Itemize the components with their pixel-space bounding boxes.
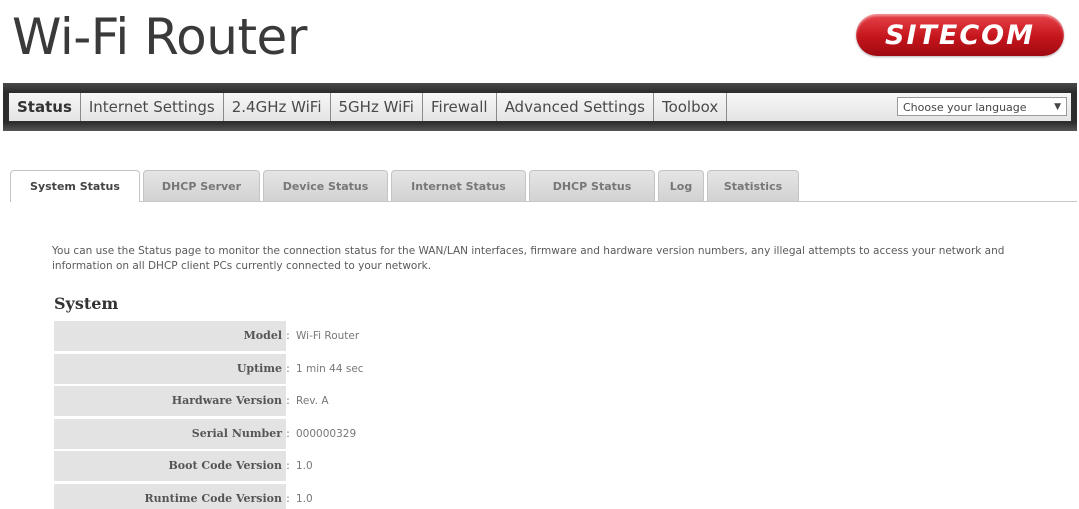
info-row-model: Model : Wi-Fi Router <box>54 321 654 354</box>
info-value: 000000329 <box>296 427 357 440</box>
nav-item-status[interactable]: Status <box>9 93 81 121</box>
info-separator: : <box>286 426 290 440</box>
sitecom-logo[interactable]: SITECOM <box>856 14 1064 56</box>
info-separator: : <box>286 491 290 505</box>
info-value: 1 min 44 sec <box>296 362 364 375</box>
nav-item-5ghz-wifi[interactable]: 5GHz WiFi <box>331 93 423 121</box>
language-select[interactable]: Choose your language ▼ <box>897 97 1067 116</box>
tab-system-status[interactable]: System Status <box>10 170 140 202</box>
info-row-uptime: Uptime : 1 min 44 sec <box>54 353 654 387</box>
info-separator: : <box>286 361 290 375</box>
info-label: Uptime <box>54 353 286 384</box>
info-row-serial-number: Serial Number : 000000329 <box>54 418 654 452</box>
info-row-runtime-code-version: Runtime Code Version : 1.0 <box>54 483 654 509</box>
tab-dhcp-status[interactable]: DHCP Status <box>529 170 655 201</box>
app-title: Wi-Fi Router <box>12 8 307 66</box>
info-value: Rev. A <box>296 395 329 407</box>
info-separator: : <box>286 329 290 342</box>
info-separator: : <box>286 394 290 407</box>
info-row-hardware-version: Hardware Version : Rev. A <box>54 386 654 419</box>
info-row-boot-code-version: Boot Code Version : 1.0 <box>54 451 654 484</box>
nav-item-toolbox[interactable]: Toolbox <box>654 93 728 121</box>
tab-log[interactable]: Log <box>658 170 704 201</box>
info-value: 1.0 <box>296 460 313 472</box>
section-title-system: System <box>54 294 119 313</box>
status-tabs: System Status DHCP Server Device Status … <box>10 170 1077 202</box>
info-label: Serial Number <box>54 418 286 449</box>
brand-logo-text: SITECOM <box>885 19 1035 51</box>
tab-statistics[interactable]: Statistics <box>707 170 799 201</box>
router-admin-page: Wi-Fi Router SITECOM Status Internet Set… <box>0 0 1079 509</box>
nav-item-advanced-settings[interactable]: Advanced Settings <box>497 93 654 121</box>
nav-item-internet-settings[interactable]: Internet Settings <box>81 93 224 121</box>
info-label: Boot Code Version <box>54 451 286 481</box>
info-separator: : <box>286 459 290 472</box>
nav-item-firewall[interactable]: Firewall <box>423 93 497 121</box>
tab-internet-status[interactable]: Internet Status <box>391 170 526 201</box>
info-value: 1.0 <box>296 492 313 505</box>
status-intro-text: You can use the Status page to monitor t… <box>52 245 1005 272</box>
tab-dhcp-server[interactable]: DHCP Server <box>143 170 260 201</box>
info-label: Runtime Code Version <box>54 483 286 509</box>
system-info-table: Model : Wi-Fi Router Uptime : 1 min 44 s… <box>54 321 654 509</box>
tab-device-status[interactable]: Device Status <box>263 170 388 201</box>
nav-item-24ghz-wifi[interactable]: 2.4GHz WiFi <box>224 93 331 121</box>
nav-strip: Status Internet Settings 2.4GHz WiFi 5GH… <box>9 93 1071 121</box>
main-navbar: Status Internet Settings 2.4GHz WiFi 5GH… <box>3 83 1077 131</box>
info-label: Model <box>54 321 286 351</box>
info-label: Hardware Version <box>54 386 286 416</box>
dropdown-arrow-icon: ▼ <box>1054 102 1061 112</box>
language-select-value: Choose your language <box>903 101 1027 114</box>
info-value: Wi-Fi Router <box>296 330 360 342</box>
